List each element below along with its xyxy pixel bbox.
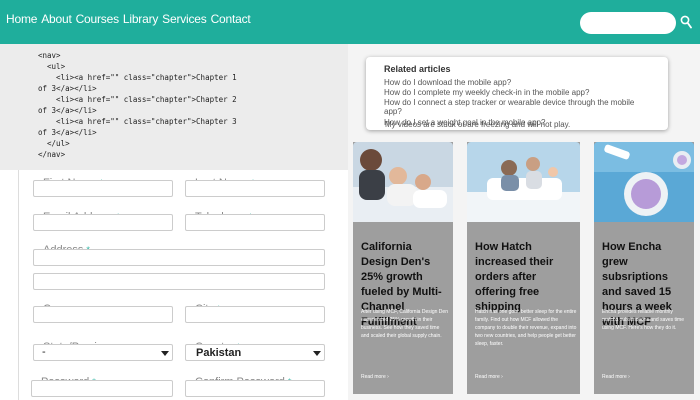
email-field[interactable] <box>33 214 173 231</box>
related-link[interactable]: My videos are stuck or are freezing and … <box>385 120 570 129</box>
case-study-card[interactable]: How Hatch increased their orders after o… <box>467 142 580 394</box>
nav-services[interactable]: Services <box>162 12 207 26</box>
country-select-value: Pakistan <box>196 347 242 359</box>
search-icon[interactable] <box>680 15 692 29</box>
state-select-value: - <box>42 346 46 358</box>
company-field[interactable] <box>33 306 173 323</box>
nav-courses[interactable]: Courses <box>76 12 119 26</box>
card-description: Encha provides reliable monthly matcha s… <box>602 309 684 331</box>
card-title: How Hatch increased their orders after o… <box>475 241 554 313</box>
card-image-bedroom <box>467 142 580 222</box>
read-more-link[interactable]: Read more › <box>361 374 389 380</box>
main-nav: Home About Courses Library Services Cont… <box>6 12 251 26</box>
nav-contact[interactable]: Contact <box>211 12 251 26</box>
country-select[interactable]: Pakistan <box>185 344 325 361</box>
first-name-field[interactable] <box>33 180 173 197</box>
address-line-2-field[interactable] <box>33 273 325 290</box>
case-study-card[interactable]: How Encha grew subsriptions and saved 15… <box>594 142 694 394</box>
related-link[interactable]: How do I connect a step tracker or weara… <box>384 98 654 116</box>
left-column: <nav> <ul> <li><a href="" class="chapter… <box>0 44 348 400</box>
card-image-matcha <box>594 142 694 222</box>
read-more-link[interactable]: Read more › <box>475 374 503 380</box>
password-field[interactable] <box>31 380 173 397</box>
registration-form: First Name* Last Name* Email Address* Te… <box>18 170 348 400</box>
card-description: After using MCF, California Design Den e… <box>361 309 448 339</box>
related-link[interactable]: How do I download the mobile app? <box>384 78 511 87</box>
chevron-down-icon <box>161 351 169 356</box>
top-navigation-bar: Home About Courses Library Services Cont… <box>0 0 700 44</box>
card-image-family <box>353 142 453 222</box>
nav-library[interactable]: Library <box>123 12 158 26</box>
search-input[interactable] <box>580 12 676 34</box>
read-more-link[interactable]: Read more › <box>602 374 630 380</box>
nav-about[interactable]: About <box>41 12 72 26</box>
related-articles-title: Related articles <box>384 64 451 74</box>
code-snippet: <nav> <ul> <li><a href="" class="chapter… <box>0 44 348 170</box>
state-select[interactable]: - <box>33 344 173 361</box>
confirm-password-field[interactable] <box>185 380 325 397</box>
right-column: Related articles How do I download the m… <box>348 44 700 400</box>
last-name-field[interactable] <box>185 180 325 197</box>
chevron-down-icon <box>313 351 321 356</box>
nav-home[interactable]: Home <box>6 12 37 26</box>
card-description: Hatch has one goal: better sleep for the… <box>475 309 577 347</box>
case-study-card[interactable]: California Design Den's 25% growth fuele… <box>353 142 453 394</box>
related-link[interactable]: How do I complete my weekly check-in in … <box>384 88 589 97</box>
city-field[interactable] <box>185 306 325 323</box>
telephone-field[interactable] <box>185 214 325 231</box>
address-line-1-field[interactable] <box>33 249 325 266</box>
